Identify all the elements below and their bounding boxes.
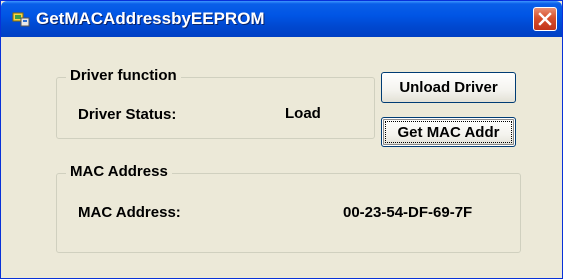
window-title: GetMACAddressbyEEPROM <box>36 9 265 28</box>
mac-address-group-label: MAC Address <box>66 163 172 180</box>
get-mac-addr-button[interactable]: Get MAC Addr <box>381 117 516 147</box>
mac-address-value: 00-23-54-DF-69-7F <box>343 204 473 221</box>
dialog-client-area: Driver function Driver Status: Load Unlo… <box>5 37 558 273</box>
app-window-icon <box>12 11 30 27</box>
close-button[interactable] <box>533 7 557 31</box>
app-window: GetMACAddressbyEEPROM Driver function Dr… <box>0 0 563 279</box>
title-bar[interactable]: GetMACAddressbyEEPROM <box>1 1 562 37</box>
focus-indicator <box>385 121 512 143</box>
unload-driver-button[interactable]: Unload Driver <box>381 72 516 103</box>
driver-status-label: Driver Status: <box>78 106 177 123</box>
mac-address-label: MAC Address: <box>78 204 181 221</box>
driver-status-value: Load <box>285 105 321 122</box>
close-icon <box>538 12 552 26</box>
driver-function-group-label: Driver function <box>66 67 181 84</box>
